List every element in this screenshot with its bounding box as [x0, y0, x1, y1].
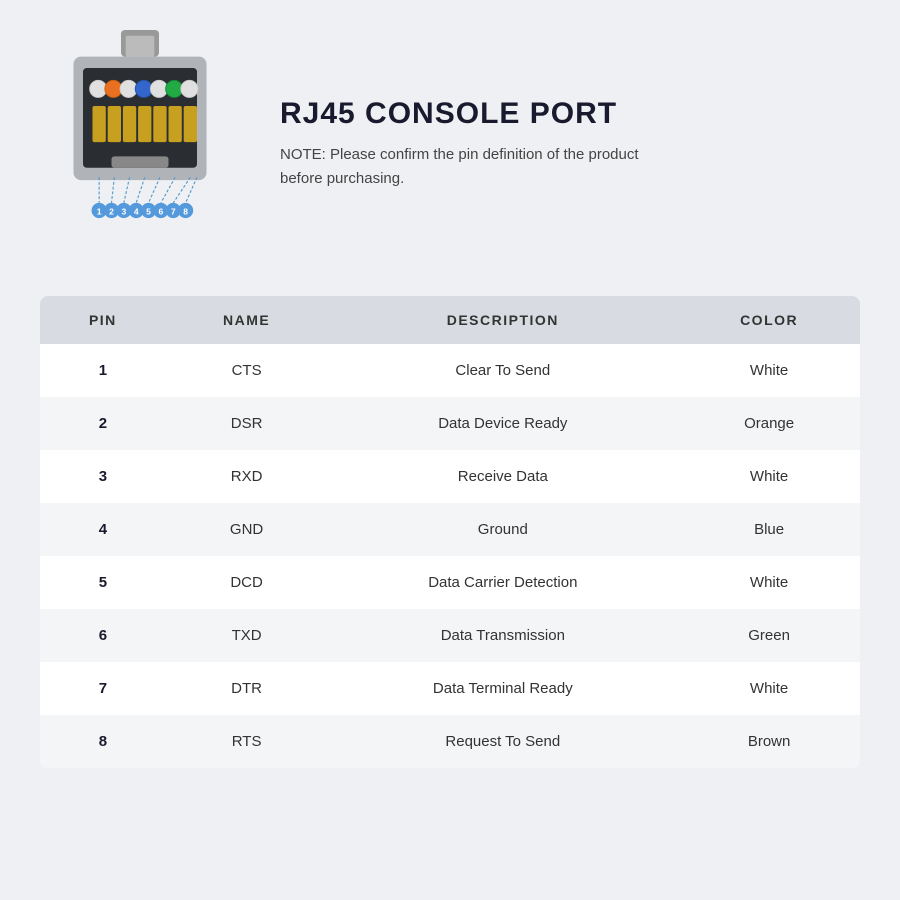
table-row: 4GNDGroundBlue — [40, 503, 860, 556]
table-row: 8RTSRequest To SendBrown — [40, 715, 860, 768]
svg-text:6: 6 — [159, 206, 164, 216]
pin-table: PIN NAME DESCRIPTION COLOR 1CTSClear To … — [40, 296, 860, 768]
cell-pin: 3 — [40, 450, 166, 503]
svg-text:4: 4 — [134, 206, 139, 216]
table-body: 1CTSClear To SendWhite2DSRData Device Re… — [40, 344, 860, 768]
cell-color: White — [678, 662, 860, 715]
cell-name: GND — [166, 503, 328, 556]
table-header-row: PIN NAME DESCRIPTION COLOR — [40, 296, 860, 344]
cell-name: RXD — [166, 450, 328, 503]
cell-name: DTR — [166, 662, 328, 715]
cell-pin: 7 — [40, 662, 166, 715]
svg-text:7: 7 — [171, 206, 176, 216]
cell-pin: 5 — [40, 556, 166, 609]
svg-text:3: 3 — [121, 206, 126, 216]
cell-color: White — [678, 556, 860, 609]
cell-description: Data Terminal Ready — [327, 662, 678, 715]
header-section: 1 2 3 4 5 6 7 8 RJ45 CONSOLE PORT NOTE: … — [40, 30, 860, 268]
table-row: 2DSRData Device ReadyOrange — [40, 397, 860, 450]
cell-name: DSR — [166, 397, 328, 450]
cell-description: Clear To Send — [327, 344, 678, 397]
cell-pin: 2 — [40, 397, 166, 450]
col-description: DESCRIPTION — [327, 296, 678, 344]
table-row: 6TXDData TransmissionGreen — [40, 609, 860, 662]
cell-description: Data Carrier Detection — [327, 556, 678, 609]
cell-color: White — [678, 450, 860, 503]
cell-description: Data Device Ready — [327, 397, 678, 450]
page-title: RJ45 CONSOLE PORT — [280, 97, 860, 131]
cell-name: CTS — [166, 344, 328, 397]
cell-pin: 1 — [40, 344, 166, 397]
page: 1 2 3 4 5 6 7 8 RJ45 CONSOLE PORT NOTE: … — [0, 0, 900, 900]
cell-color: Orange — [678, 397, 860, 450]
table-row: 3RXDReceive DataWhite — [40, 450, 860, 503]
svg-text:5: 5 — [146, 206, 151, 216]
connector-illustration: 1 2 3 4 5 6 7 8 — [40, 30, 240, 258]
page-note: NOTE: Please confirm the pin definition … — [280, 143, 660, 191]
title-area: RJ45 CONSOLE PORT NOTE: Please confirm t… — [280, 97, 860, 191]
cell-name: DCD — [166, 556, 328, 609]
cell-name: TXD — [166, 609, 328, 662]
cell-description: Request To Send — [327, 715, 678, 768]
col-name: NAME — [166, 296, 328, 344]
cell-description: Receive Data — [327, 450, 678, 503]
cell-pin: 8 — [40, 715, 166, 768]
table-row: 5DCDData Carrier DetectionWhite — [40, 556, 860, 609]
cell-pin: 6 — [40, 609, 166, 662]
cell-color: White — [678, 344, 860, 397]
svg-text:1: 1 — [97, 206, 102, 216]
col-pin: PIN — [40, 296, 166, 344]
table-row: 1CTSClear To SendWhite — [40, 344, 860, 397]
cell-description: Data Transmission — [327, 609, 678, 662]
table-header: PIN NAME DESCRIPTION COLOR — [40, 296, 860, 344]
cell-description: Ground — [327, 503, 678, 556]
cell-pin: 4 — [40, 503, 166, 556]
svg-text:8: 8 — [183, 206, 188, 216]
col-color: COLOR — [678, 296, 860, 344]
cell-name: RTS — [166, 715, 328, 768]
cell-color: Brown — [678, 715, 860, 768]
table-row: 7DTRData Terminal ReadyWhite — [40, 662, 860, 715]
cell-color: Blue — [678, 503, 860, 556]
svg-text:2: 2 — [109, 206, 114, 216]
cell-color: Green — [678, 609, 860, 662]
